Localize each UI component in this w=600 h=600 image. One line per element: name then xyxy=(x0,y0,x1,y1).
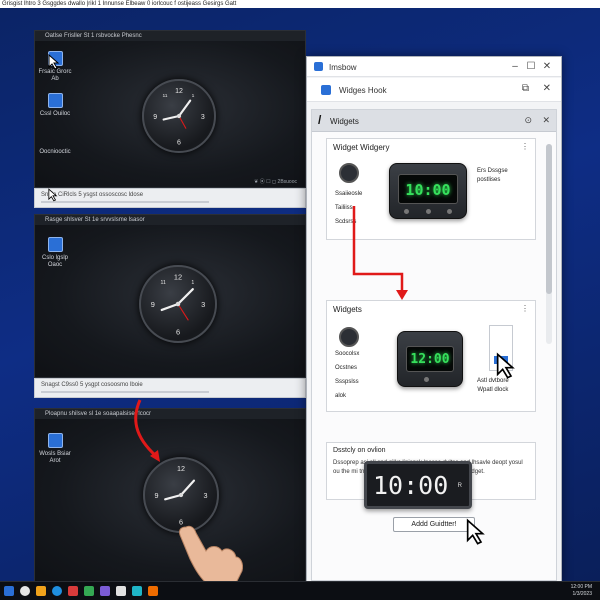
search-icon[interactable] xyxy=(20,586,30,596)
clock-window-2[interactable]: Rasge shlsver St 1e srvvslsme lsasor Csl… xyxy=(34,214,306,378)
desktop-icon[interactable]: Oocniooctic xyxy=(35,149,75,156)
window-title: Rasge shlsver St 1e srvvslsme lsasor xyxy=(35,215,305,225)
svg-text:9: 9 xyxy=(151,300,155,309)
start-icon[interactable] xyxy=(4,586,14,596)
app-logo-icon xyxy=(314,62,323,71)
mouse-cursor-icon xyxy=(466,518,485,545)
desktop-icon[interactable]: Cslo lgslp Oaoc xyxy=(35,237,75,269)
annotation-arrow xyxy=(134,399,160,462)
window-title: Imsbow xyxy=(329,63,357,72)
browser-icon[interactable] xyxy=(52,586,62,596)
hand-pointer-icon xyxy=(179,525,243,584)
scrollbar[interactable] xyxy=(546,144,552,344)
mouse-cursor-icon xyxy=(496,352,515,379)
window-title: Ploapnu shilsve sl 1e soaapalsise rlcocr xyxy=(35,409,305,419)
maximize-icon[interactable]: ☐ xyxy=(523,61,539,72)
svg-text:1: 1 xyxy=(191,280,194,286)
more-icon[interactable]: ⋮ xyxy=(521,304,529,313)
mouse-cursor-icon xyxy=(48,54,60,70)
pen-icon: / xyxy=(318,113,322,127)
hook-title: Widges Hook xyxy=(339,86,387,95)
clock-widget-icon xyxy=(339,163,359,183)
close-icon[interactable]: ✕ xyxy=(543,83,551,94)
svg-text:11: 11 xyxy=(161,280,166,286)
svg-text:9: 9 xyxy=(155,491,159,500)
pane-header: / Widgets ⊙ ✕ xyxy=(312,110,556,132)
clock-window-1[interactable]: Oatlse Frisller St 1 rsbvocke Phesnc Frs… xyxy=(34,30,306,188)
app-icon[interactable] xyxy=(68,586,78,596)
minimize-icon[interactable]: – xyxy=(507,61,523,72)
taskbar-clock[interactable]: 12:00 PM 1/3/2023 xyxy=(571,584,592,598)
desktop-icon[interactable]: Cssl Ouiloc xyxy=(35,93,75,118)
svg-text:12: 12 xyxy=(174,273,182,282)
restore-icon[interactable]: ⧉ xyxy=(522,83,529,94)
widget-description: Ers Dssgse postlises xyxy=(477,168,508,183)
svg-text:12: 12 xyxy=(175,88,183,95)
close-icon[interactable]: ✕ xyxy=(542,115,550,126)
more-icon[interactable]: ⋮ xyxy=(521,142,529,151)
annotation-arrow xyxy=(352,206,408,300)
svg-text:6: 6 xyxy=(177,140,181,147)
svg-text:11: 11 xyxy=(162,93,167,99)
widgets-hook-icon xyxy=(321,85,331,95)
svg-text:3: 3 xyxy=(201,114,205,121)
svg-text:6: 6 xyxy=(176,327,180,336)
taskbar: 12:00 PM 1/3/2023 xyxy=(0,581,600,600)
app-icon[interactable] xyxy=(132,586,142,596)
hook-header: Widges Hook ⧉ ✕ xyxy=(307,78,561,102)
analog-clock[interactable]: 12 3 6 9 1 11 xyxy=(142,79,216,153)
analog-clock[interactable]: 12 3 6 9 1 11 xyxy=(139,265,217,343)
analog-clock[interactable]: 12 3 6 9 xyxy=(143,457,219,533)
app-icon[interactable] xyxy=(148,586,158,596)
folder-icon[interactable] xyxy=(36,586,46,596)
settings-icon[interactable]: ⊙ xyxy=(524,115,532,126)
svg-text:3: 3 xyxy=(201,300,205,309)
notification-strip: Snole CiRlcls 5 ysgst ossoscosc ldose xyxy=(34,188,306,208)
window-titlebar[interactable]: Imsbow – ☐ ✕ xyxy=(307,57,561,77)
svg-text:1: 1 xyxy=(192,93,195,99)
tray-status: ❦ ⦿ ☐ ◻ 2Bsuooc xyxy=(254,179,297,185)
notification-strip: Snagst C9ss0 5 ysgpt cosoosmo lboie xyxy=(34,378,306,398)
widgets-window[interactable]: Imsbow – ☐ ✕ Widges Hook ⧉ ✕ / Widgets ⊙ ✕… xyxy=(306,56,562,583)
svg-text:3: 3 xyxy=(203,491,207,500)
desktop-icon[interactable]: Wosls Bsiar Arot xyxy=(35,433,75,465)
desktop: Oatlse Frisller St 1 rsbvocke Phesnc Frs… xyxy=(0,8,600,584)
widgets-pane: / Widgets ⊙ ✕ Widget Widgery ⋮ Ssaiieosl… xyxy=(311,109,557,581)
clock-widget-icon xyxy=(339,327,359,347)
digital-clock-preview[interactable]: 10:00 R xyxy=(364,461,472,509)
mouse-cursor-icon xyxy=(48,188,58,202)
app-icon[interactable] xyxy=(100,586,110,596)
top-caption: Grisgist lhtro 3 Gsggdes dwallo |rikl 1 … xyxy=(0,0,600,8)
pane-title: Widgets xyxy=(330,117,359,126)
svg-text:9: 9 xyxy=(153,114,157,121)
app-icon[interactable] xyxy=(84,586,94,596)
close-icon[interactable]: ✕ xyxy=(539,61,555,72)
add-widget-button[interactable]: Addd Guidtter! xyxy=(393,517,475,532)
app-icon[interactable] xyxy=(116,586,126,596)
alarm-clock-widget[interactable]: 12:00 xyxy=(397,331,463,387)
window-title: Oatlse Frisller St 1 rsbvocke Phesnc xyxy=(35,31,305,41)
clock-window-3[interactable]: Ploapnu shilsve sl 1e soaapalsise rlcocr… xyxy=(34,408,306,584)
svg-text:12: 12 xyxy=(177,464,185,473)
